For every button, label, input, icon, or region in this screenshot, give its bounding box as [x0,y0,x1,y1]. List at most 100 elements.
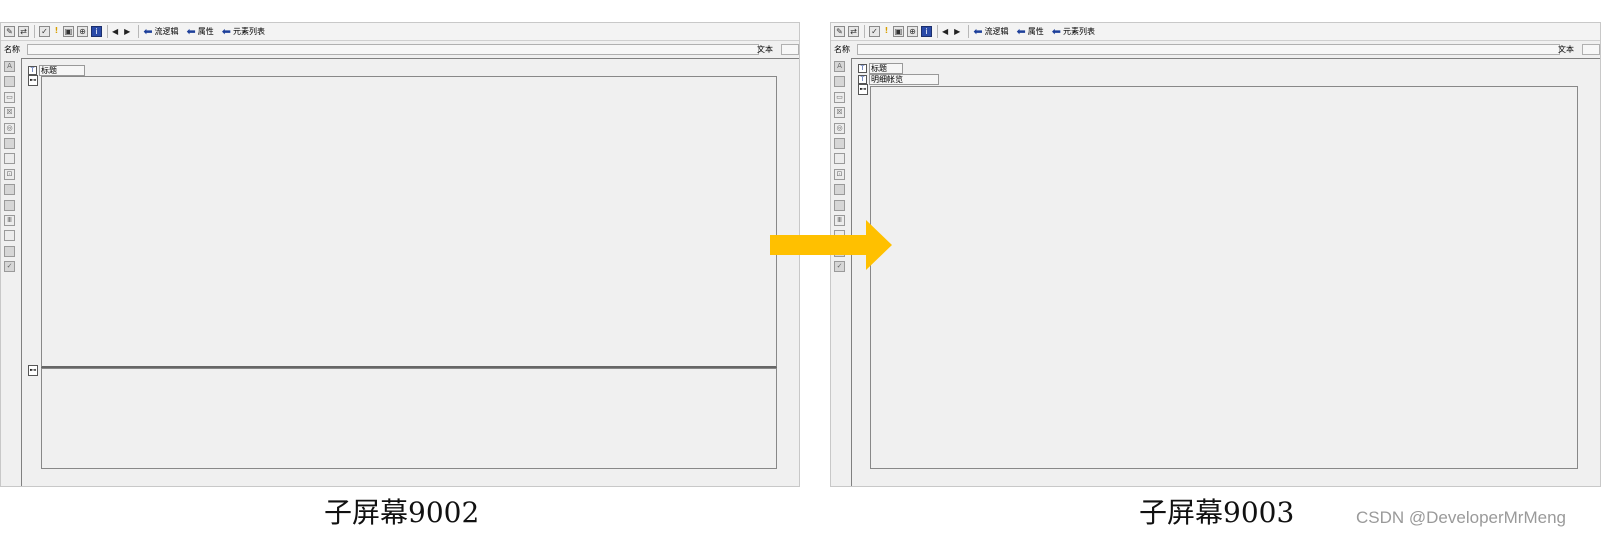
arrow-left-icon: ⬅ [1016,24,1026,38]
attributes-label: 属性 [1027,27,1044,36]
display-change-icon[interactable]: ⇄ [848,26,859,37]
element-list-label: 元素列表 [1062,27,1095,36]
element-list-link[interactable]: ⬅ 元素列表 [222,26,265,37]
toolbar-separator [937,25,938,38]
subscreen-area-icon[interactable]: ⊷ [28,75,38,86]
text-label: 文本 [1558,45,1574,54]
toolbar: ✎ ⇄ ✓ ! ▣ ⊕ i ◀ ▶ ⬅ 流逻辑 ⬅ 属性 ⬅ 元素列表 [831,23,1600,41]
layout-toggle-icon[interactable]: ✎ [834,26,845,37]
palette-tabstrip-icon[interactable] [4,153,15,165]
palette-table-wizard-icon[interactable] [4,230,15,242]
palette-radio-icon[interactable]: ◎ [4,122,15,134]
palette-dropdown-icon[interactable]: ▭ [4,91,15,103]
subscreen-area-icon[interactable]: ⊷ [28,365,38,376]
palette-table-control-icon[interactable]: Ⅲ [4,214,15,226]
palette-pushbutton-icon[interactable] [4,137,15,149]
palette-checkbox-icon[interactable]: ☒ [834,107,845,119]
toolbar-separator [138,25,140,38]
info-icon[interactable]: i [91,26,102,37]
arrow-shape [770,220,892,270]
transition-arrow [770,220,892,270]
palette-status-icon[interactable]: ✓ [4,261,15,273]
palette-tabstrip-wizard-icon[interactable]: ⊡ [834,168,845,180]
info-icon[interactable]: i [921,26,932,37]
element-detail-overview-label: 明细帐览 [869,74,939,85]
palette-input-field-icon[interactable] [834,76,845,88]
prev-icon[interactable]: ◀ [112,27,118,36]
attributes-link[interactable]: ⬅ 属性 [187,26,214,37]
arrow-left-icon: ⬅ [186,24,196,38]
test-icon[interactable]: ▣ [893,26,904,37]
text-label: 文本 [757,45,773,54]
arrow-left-icon: ⬅ [1051,24,1061,38]
palette-box-icon[interactable] [834,184,845,196]
toolbar: ✎ ⇄ ✓ ! ▣ ⊕ i ◀ ▶ ⬅ 流逻辑 ⬅ 属性 ⬅ 元素列表 [1,23,799,41]
next-icon[interactable]: ▶ [954,27,960,36]
toolbar-separator [34,25,35,38]
arrow-right-icon [770,220,892,270]
arrow-left-icon: ⬅ [973,24,983,38]
text-element-icon: T [28,66,37,75]
element-list-label: 元素列表 [232,27,265,36]
element-list-link[interactable]: ⬅ 元素列表 [1052,26,1095,37]
where-used-icon[interactable]: ⊕ [907,26,918,37]
palette-text-field-icon[interactable]: A [4,61,15,72]
palette-subscreen-icon[interactable] [834,199,845,211]
next-icon[interactable]: ▶ [124,27,130,36]
flow-logic-link[interactable]: ⬅ 流逻辑 [143,26,178,37]
palette-pushbutton-icon[interactable] [834,137,845,149]
display-change-icon[interactable]: ⇄ [18,26,29,37]
palette-box-icon[interactable] [4,184,15,196]
name-label: 名称 [834,45,850,54]
check-icon[interactable]: ✓ [39,26,50,37]
flow-logic-link[interactable]: ⬅ 流逻辑 [973,26,1008,37]
text-element-icon: T [858,75,867,84]
where-used-icon[interactable]: ⊕ [77,26,88,37]
layout-toggle-icon[interactable]: ✎ [4,26,15,37]
arrow-left-icon: ⬅ [221,24,231,38]
attributes-label: 属性 [197,27,214,36]
name-bar: 名称 文本 [1,42,799,57]
watermark: CSDN @DeveloperMrMeng [1356,508,1566,527]
name-bar: 名称 文本 [831,42,1600,57]
palette-dropdown-icon[interactable]: ▭ [834,91,845,103]
prev-icon[interactable]: ◀ [942,27,948,36]
palette-tabstrip-icon[interactable] [834,153,845,165]
test-icon[interactable]: ▣ [63,26,74,37]
element-title[interactable]: T 标题 [858,63,903,74]
subscreen-area-top[interactable] [41,76,777,368]
palette-subscreen-icon[interactable] [4,199,15,211]
caption-9002: 子屏幕9002 [324,496,480,529]
palette-tabstrip-wizard-icon[interactable]: ⊡ [4,168,15,180]
check-icon[interactable]: ✓ [869,26,880,37]
flow-logic-label: 流逻辑 [984,27,1009,36]
text-input[interactable] [781,44,799,55]
toolbar-separator [864,25,865,38]
name-label: 名称 [4,45,20,54]
palette-text-field-icon[interactable]: A [834,61,845,72]
palette-input-field-icon[interactable] [4,76,15,88]
arrow-left-icon: ⬅ [143,24,153,38]
palette-checkbox-icon[interactable]: ☒ [4,107,15,119]
subscreen-area[interactable] [870,86,1578,469]
activate-icon[interactable]: ! [53,26,60,37]
text-input[interactable] [1582,44,1600,55]
activate-icon[interactable]: ! [883,26,890,37]
element-title-label: 标题 [39,65,85,76]
element-detail-overview[interactable]: T 明细帐览 [858,74,939,85]
element-palette: A ▭ ☒ ◎ ⊡ Ⅲ ✓ [4,61,18,276]
name-input[interactable] [857,44,1560,55]
screen-painter-9002: ✎ ⇄ ✓ ! ▣ ⊕ i ◀ ▶ ⬅ 流逻辑 ⬅ 属性 ⬅ 元素列表 名称 文本 A… [0,22,800,487]
caption-9003: 子屏幕9003 [1139,496,1295,529]
attributes-link[interactable]: ⬅ 属性 [1017,26,1044,37]
layout-canvas[interactable]: T 标题 ⊷ ⊷ [21,58,799,486]
name-input[interactable] [27,44,759,55]
palette-custom-control-icon[interactable] [4,245,15,257]
flow-logic-label: 流逻辑 [154,27,179,36]
palette-radio-icon[interactable]: ◎ [834,122,845,134]
subscreen-area-icon[interactable]: ⊷ [858,84,868,95]
layout-canvas[interactable]: T 标题 T 明细帐览 ⊷ [851,58,1600,486]
subscreen-area-bottom[interactable] [41,368,777,469]
screen-painter-9003: ✎ ⇄ ✓ ! ▣ ⊕ i ◀ ▶ ⬅ 流逻辑 ⬅ 属性 ⬅ 元素列表 名称 文本 A… [830,22,1601,487]
element-title-label: 标题 [869,63,903,74]
